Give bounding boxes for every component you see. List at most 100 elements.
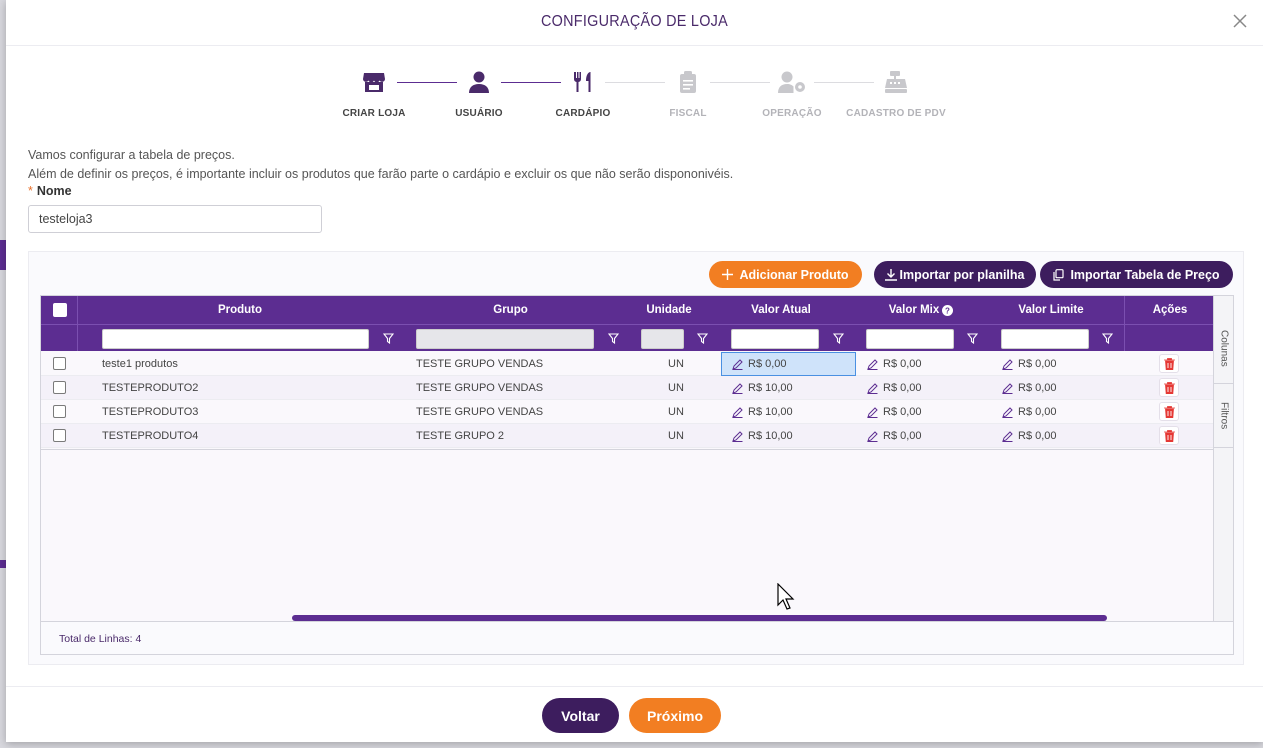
- cell-unidade: UN: [668, 430, 684, 442]
- grid-side-panel: Colunas Filtros: [1213, 296, 1233, 621]
- valor-atual-value: R$ 10,00: [748, 430, 793, 442]
- grid-filter-row: [41, 324, 1214, 351]
- cell-produto: TESTEPRODUTO4: [102, 430, 199, 442]
- step-operacao[interactable]: OPERAÇÃO: [742, 68, 842, 119]
- delete-row-button[interactable]: [1159, 402, 1179, 421]
- row-checkbox[interactable]: [53, 405, 66, 418]
- mouse-cursor-icon: [777, 583, 795, 610]
- pencil-icon: [1002, 406, 1013, 418]
- copy-icon: [1053, 268, 1065, 281]
- filter-grupo-input[interactable]: [416, 329, 594, 349]
- step-usuario[interactable]: USUÁRIO: [429, 68, 529, 119]
- cell-valor-mix[interactable]: R$ 0,00: [867, 424, 922, 448]
- filter-valor-mix-input[interactable]: [866, 329, 954, 349]
- cell-valor-mix[interactable]: R$ 0,00: [867, 376, 922, 400]
- row-checkbox[interactable]: [53, 357, 66, 370]
- step-cardapio[interactable]: CARDÁPIO: [533, 68, 633, 119]
- cell-valor-limite[interactable]: R$ 0,00: [1002, 400, 1057, 424]
- tab-filters-label: Filtros: [1218, 401, 1230, 430]
- close-button[interactable]: [1231, 12, 1249, 30]
- help-icon[interactable]: ?: [942, 304, 954, 316]
- user-gear-icon: [778, 68, 806, 96]
- delete-row-button[interactable]: [1159, 378, 1179, 397]
- cell-valor-mix[interactable]: R$ 0,00: [867, 400, 922, 424]
- filter-icon[interactable]: [697, 333, 708, 344]
- filter-unidade-input[interactable]: [641, 329, 684, 349]
- table-row[interactable]: TESTEPRODUTO3 TESTE GRUPO VENDAS UN R$ 1…: [41, 400, 1214, 424]
- step-criar-loja[interactable]: CRIAR LOJA: [324, 68, 424, 119]
- cell-valor-atual[interactable]: R$ 10,00: [732, 376, 793, 400]
- delete-row-button[interactable]: [1159, 426, 1179, 445]
- valor-limite-value: R$ 0,00: [1018, 382, 1057, 394]
- column-header-acoes: Ações: [1152, 304, 1188, 316]
- import-sheet-label: Importar por planilha: [899, 267, 1025, 282]
- filter-valor-limite-input[interactable]: [1001, 329, 1089, 349]
- trash-icon: [1163, 381, 1175, 394]
- valor-mix-value: R$ 0,00: [883, 382, 922, 394]
- import-price-table-button[interactable]: Importar Tabela de Preço: [1040, 261, 1233, 288]
- column-header-unidade[interactable]: Unidade: [639, 296, 699, 324]
- cell-grupo: TESTE GRUPO 2: [416, 430, 505, 442]
- intro-line: Além de definir os preços, é importante …: [28, 167, 734, 181]
- trash-icon: [1163, 405, 1175, 418]
- next-button[interactable]: Próximo: [629, 698, 721, 733]
- step-fiscal[interactable]: FISCAL: [638, 68, 738, 119]
- filter-icon[interactable]: [833, 333, 844, 344]
- cell-valor-mix[interactable]: R$ 0,00: [867, 352, 922, 376]
- column-divider: [77, 296, 78, 351]
- download-icon: [885, 268, 898, 281]
- cell-valor-atual[interactable]: R$ 10,00: [732, 424, 793, 448]
- select-all-checkbox[interactable]: [53, 303, 67, 317]
- step-cadastro-pdv[interactable]: CADASTRO DE PDV: [846, 68, 946, 119]
- row-checkbox[interactable]: [53, 381, 66, 394]
- cell-valor-limite[interactable]: R$ 0,00: [1002, 376, 1057, 400]
- back-button[interactable]: Voltar: [542, 698, 619, 733]
- name-input[interactable]: [28, 205, 322, 233]
- row-checkbox[interactable]: [53, 429, 66, 442]
- modal-header: CONFIGURAÇÃO DE LOJA: [6, 0, 1263, 46]
- filter-icon[interactable]: [967, 333, 978, 344]
- filter-produto-input[interactable]: [102, 329, 369, 349]
- column-header-produto[interactable]: Produto: [77, 296, 403, 324]
- cell-valor-limite[interactable]: R$ 0,00: [1002, 424, 1057, 448]
- pencil-icon: [1002, 358, 1013, 370]
- table-row[interactable]: TESTEPRODUTO4 TESTE GRUPO 2 UN R$ 10,00 …: [41, 424, 1214, 448]
- cell-valor-limite[interactable]: R$ 0,00: [1002, 352, 1057, 376]
- column-header-valor-limite[interactable]: Valor Limite: [991, 296, 1111, 324]
- wizard-stepper: CRIAR LOJA USUÁRIO CARDÁPIO FISCAL OPERA…: [6, 68, 1263, 128]
- filter-icon[interactable]: [383, 333, 394, 344]
- filter-valor-atual-input[interactable]: [731, 329, 819, 349]
- step-connector: [605, 82, 665, 83]
- filter-icon[interactable]: [1102, 333, 1113, 344]
- cell-unidade: UN: [668, 358, 684, 370]
- cell-valor-atual[interactable]: R$ 0,00: [721, 352, 856, 376]
- user-icon: [465, 68, 493, 96]
- delete-row-button[interactable]: [1159, 354, 1179, 373]
- cell-unidade: UN: [668, 382, 684, 394]
- pencil-icon: [867, 406, 878, 418]
- pencil-icon: [732, 406, 743, 418]
- table-row[interactable]: teste1 produtos TESTE GRUPO VENDAS UN R$…: [41, 352, 1214, 376]
- step-label: USUÁRIO: [455, 108, 503, 119]
- column-header-valor-mix[interactable]: Valor Mix ?: [856, 296, 986, 324]
- plus-icon: [722, 269, 734, 280]
- add-product-label: Adicionar Produto: [739, 267, 849, 282]
- cell-valor-atual[interactable]: R$ 10,00: [732, 400, 793, 424]
- cell-grupo: TESTE GRUPO VENDAS: [416, 358, 544, 370]
- close-icon: [1233, 14, 1247, 28]
- column-header-valor-atual[interactable]: Valor Atual: [721, 296, 841, 324]
- column-header-grupo[interactable]: Grupo: [403, 296, 618, 324]
- modal-title: CONFIGURAÇÃO DE LOJA: [540, 13, 729, 30]
- valor-atual-value: R$ 10,00: [748, 382, 793, 394]
- step-connector: [710, 82, 770, 83]
- filter-icon[interactable]: [608, 333, 619, 344]
- import-sheet-button[interactable]: Importar por planilha: [874, 261, 1036, 288]
- table-row[interactable]: TESTEPRODUTO2 TESTE GRUPO VENDAS UN R$ 1…: [41, 376, 1214, 400]
- tab-filters[interactable]: Filtros: [1214, 384, 1233, 448]
- step-label: CADASTRO DE PDV: [846, 108, 946, 119]
- add-product-button[interactable]: Adicionar Produto: [709, 261, 862, 288]
- import-price-table-label: Importar Tabela de Preço: [1070, 267, 1220, 282]
- grid-footer: Total de Linhas: 4: [41, 621, 1233, 654]
- products-grid: Produto Grupo Unidade Valor Atual Valor …: [40, 295, 1234, 655]
- tab-columns[interactable]: Colunas: [1214, 314, 1233, 384]
